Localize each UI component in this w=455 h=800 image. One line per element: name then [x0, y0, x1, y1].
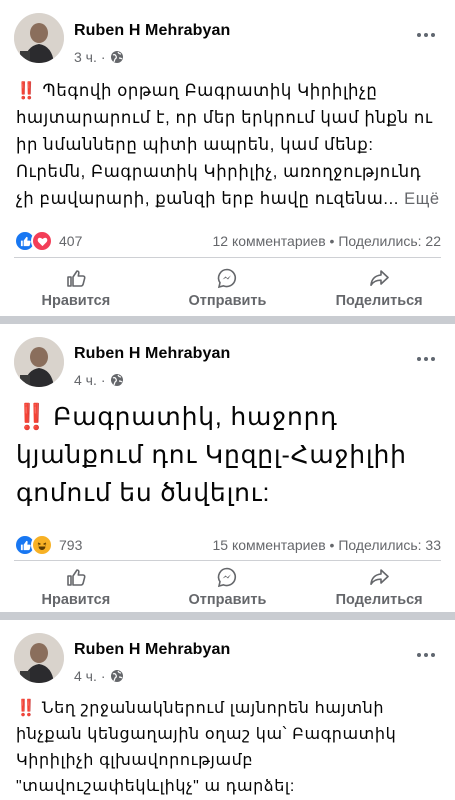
- avatar[interactable]: [14, 633, 64, 683]
- comments-shares: 15 комментариев • Поделились: 33: [212, 537, 441, 553]
- messenger-icon: [218, 268, 237, 289]
- avatar[interactable]: [14, 13, 64, 63]
- post-text: ‼️ Բագրատիկ, հաջորդ կյանքում դու Կըզըլ-Հա…: [0, 398, 455, 512]
- love-icon: [31, 230, 53, 252]
- send-label: Отправить: [188, 592, 267, 608]
- post-time[interactable]: 4 ч.: [74, 668, 97, 684]
- post-body: Բագրատիկ, հաջորդ կյանքում դու Կըզըլ-Հաջի…: [16, 403, 407, 507]
- author-name[interactable]: Ruben H Mehrabyan: [74, 345, 230, 363]
- messenger-icon: [218, 567, 237, 588]
- reactions-summary[interactable]: 407: [14, 230, 82, 252]
- post-header: Ruben H Mehrabyan 4 ч. ·: [0, 324, 455, 402]
- reaction-count: 407: [59, 233, 83, 249]
- haha-icon: [31, 534, 53, 556]
- reaction-count: 793: [59, 537, 83, 553]
- comments-shares: 12 комментариев • Поделились: 22: [212, 233, 441, 249]
- like-label: Нравится: [41, 293, 111, 309]
- share-button[interactable]: Поделиться: [309, 561, 449, 613]
- send-button[interactable]: Отправить: [157, 561, 297, 613]
- like-label: Нравится: [41, 592, 111, 608]
- author-name[interactable]: Ruben H Mehrabyan: [74, 641, 230, 659]
- post-text: ‼️ Նեղ շրջանակներում լայնորեն հայտնի ինչք…: [0, 696, 455, 800]
- more-options-icon[interactable]: [417, 24, 441, 37]
- globe-icon: [110, 51, 123, 63]
- post-body: Պեգովի օրթաղ Բագրատիկ Կիրիլիչը հայտարարո…: [16, 82, 433, 208]
- see-more-link[interactable]: Ещё: [404, 190, 440, 208]
- post-text: ‼️ Պեգովի օրթաղ Բագրատիկ Կիրիլիչը հայտարա…: [0, 78, 455, 213]
- post-meta: 3 ч. ·: [74, 49, 124, 65]
- thumbs-up-icon: [67, 569, 86, 586]
- post-meta: 4 ч. ·: [74, 668, 124, 684]
- send-button[interactable]: Отправить: [157, 258, 297, 318]
- comments-count[interactable]: 12 комментариев: [212, 233, 325, 249]
- post-actions: Нравится Отправить Поделиться: [0, 561, 455, 613]
- comments-count[interactable]: 15 комментариев: [212, 537, 325, 553]
- send-label: Отправить: [188, 293, 267, 309]
- more-options-icon[interactable]: [417, 348, 441, 361]
- post-meta: 4 ч. ·: [74, 372, 124, 388]
- double-exclamation-icon: ‼️: [16, 82, 36, 100]
- post-header: Ruben H Mehrabyan 3 ч. ·: [0, 0, 455, 78]
- share-arrow-icon: [370, 270, 389, 286]
- post-time[interactable]: 3 ч.: [74, 49, 97, 65]
- post-time[interactable]: 4 ч.: [74, 372, 97, 388]
- share-button[interactable]: Поделиться: [309, 258, 449, 318]
- author-name[interactable]: Ruben H Mehrabyan: [74, 22, 230, 40]
- avatar[interactable]: [14, 337, 64, 387]
- like-button[interactable]: Нравится: [6, 258, 146, 318]
- thumbs-up-icon: [67, 270, 86, 287]
- like-button[interactable]: Нравится: [6, 561, 146, 613]
- globe-icon: [110, 374, 123, 386]
- shares-count[interactable]: Поделились: 22: [338, 233, 441, 249]
- post-header: Ruben H Mehrabyan 4 ч. ·: [0, 620, 455, 698]
- double-exclamation-icon: ‼️: [16, 403, 47, 431]
- globe-icon: [110, 670, 123, 682]
- post-stats: 793 15 комментариев • Поделились: 33: [14, 534, 441, 556]
- share-arrow-icon: [370, 569, 389, 585]
- reactions-summary[interactable]: 793: [14, 534, 82, 556]
- double-exclamation-icon: ‼️: [16, 700, 36, 717]
- post-card: Ruben H Mehrabyan 3 ч. · ‼️ Պեգովի օրթաղ …: [0, 0, 455, 316]
- share-label: Поделиться: [335, 293, 423, 309]
- post-stats: 407 12 комментариев • Поделились: 22: [14, 230, 441, 252]
- post-body: Նեղ շրջանակներում լայնորեն հայտնի ինչքան…: [16, 700, 397, 795]
- shares-count[interactable]: Поделились: 33: [338, 537, 441, 553]
- news-feed: Ruben H Mehrabyan 3 ч. · ‼️ Պեգովի օրթաղ …: [0, 0, 455, 800]
- post-card: Ruben H Mehrabyan 4 ч. · ‼️ Նեղ շրջանակնե…: [0, 620, 455, 800]
- post-actions: Нравится Отправить Поделиться: [0, 258, 455, 318]
- share-label: Поделиться: [335, 592, 423, 608]
- post-card: Ruben H Mehrabyan 4 ч. · ‼️ Բագրատիկ, հաջ…: [0, 324, 455, 612]
- more-options-icon[interactable]: [417, 644, 441, 657]
